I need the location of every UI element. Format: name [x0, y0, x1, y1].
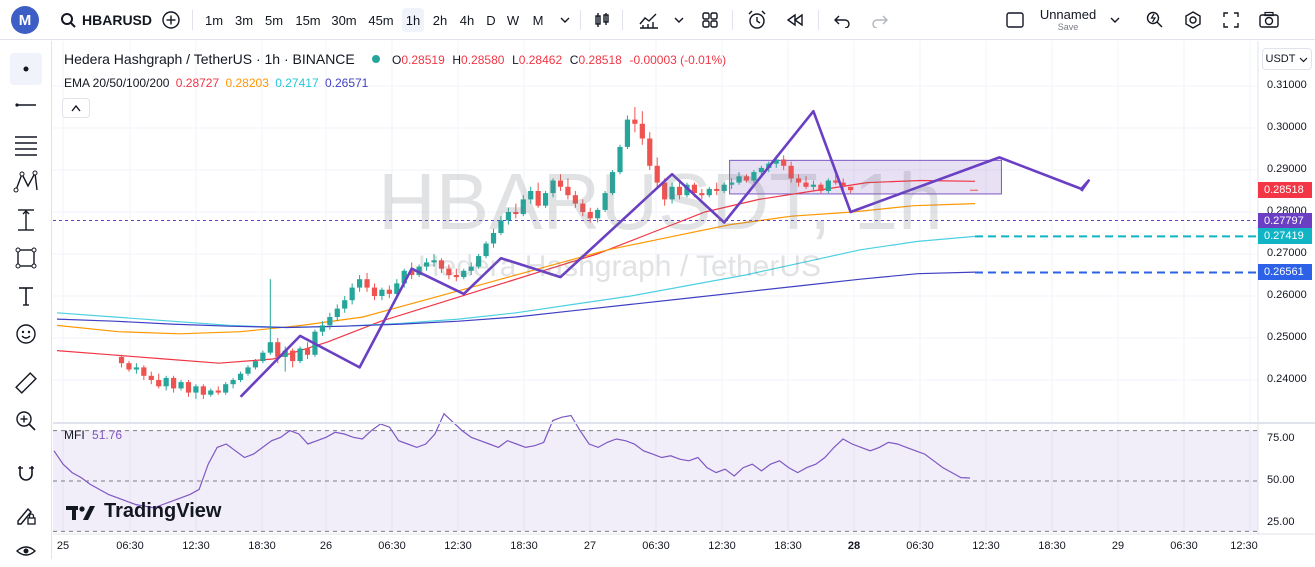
candle — [237, 371, 244, 383]
candle — [379, 287, 385, 301]
tradingview-brand[interactable]: TradingView — [66, 500, 221, 523]
ema20-value: 0.28727 — [175, 76, 220, 90]
price-tick: 0.25000 — [1267, 331, 1307, 343]
candle — [208, 388, 214, 397]
candle — [148, 371, 154, 385]
time-tick: 12:30 — [444, 540, 472, 552]
candle — [200, 384, 206, 399]
candle — [342, 296, 348, 313]
brand-name: TradingView — [104, 500, 222, 522]
price-tick: 0.29000 — [1267, 163, 1307, 175]
price-tick: 0.26000 — [1267, 289, 1307, 301]
ohlc-low-label: L — [512, 53, 519, 67]
ohlc-open: 0.28519 — [401, 53, 445, 67]
candle — [334, 304, 340, 322]
time-tick: 18:30 — [1038, 540, 1066, 552]
candle — [357, 275, 363, 292]
time-tick: 18:30 — [510, 540, 538, 552]
candle — [185, 380, 192, 397]
candle — [215, 386, 221, 395]
price-tick: 0.30000 — [1267, 121, 1307, 133]
time-tick: 12:30 — [182, 540, 210, 552]
legend-ema[interactable]: EMA 20/50/100/200 0.28727 0.28203 0.2741… — [64, 76, 368, 90]
candle — [267, 279, 273, 355]
ohlc-low: 0.28462 — [518, 53, 563, 67]
candle — [118, 354, 125, 368]
currency-selector[interactable]: USDT — [1262, 48, 1312, 70]
mfi-legend[interactable]: MFI 51.76 — [64, 428, 122, 442]
ohlc-change: -0.00003 (-0.01%) — [629, 53, 727, 67]
ema100-value: 0.27417 — [275, 76, 319, 90]
ema50-value: 0.28203 — [225, 76, 269, 90]
time-tick: 06:30 — [906, 540, 934, 552]
candle — [178, 380, 184, 391]
mfi-tick: 50.00 — [1267, 474, 1295, 486]
candle — [193, 384, 199, 399]
price-label-box: 0.27797 — [1258, 212, 1312, 229]
legend-main: Hedera Hashgraph / TetherUS · 1h · BINAN… — [64, 51, 726, 67]
ohlc-high: 0.28580 — [461, 53, 505, 67]
price-label-box: 0.26561 — [1258, 264, 1312, 281]
candle — [304, 342, 311, 359]
candle — [349, 283, 355, 305]
time-tick: 12:30 — [1230, 540, 1258, 552]
ohlc-close: 0.28518 — [578, 53, 622, 67]
candle — [639, 111, 645, 145]
time-tick: 18:30 — [248, 540, 276, 552]
candle — [163, 375, 169, 391]
currency-label: USDT — [1265, 53, 1296, 65]
candle — [133, 363, 139, 374]
legend-title[interactable]: Hedera Hashgraph / TetherUS · 1h · BINAN… — [64, 51, 355, 67]
candle — [156, 373, 162, 389]
price-tick: 0.31000 — [1267, 79, 1307, 91]
price-label-box: 0.28518 — [1258, 182, 1312, 199]
mfi-tick: 25.00 — [1267, 516, 1295, 528]
price-tick: 0.27000 — [1267, 247, 1307, 259]
mfi-value: 51.76 — [92, 428, 123, 442]
time-tick: 12:30 — [972, 540, 1000, 552]
ohlc-open-label: O — [392, 53, 402, 67]
chevron-up-icon — [71, 104, 81, 112]
time-tick: 28 — [847, 540, 861, 552]
price-tick: 0.24000 — [1267, 373, 1307, 385]
time-tick: 06:30 — [116, 540, 144, 552]
candle — [126, 361, 132, 372]
market-status-dot — [372, 55, 381, 63]
time-tick: 27 — [583, 540, 597, 552]
candle — [171, 375, 177, 393]
candle — [371, 283, 378, 301]
watermark-symbol: HBARUSDT, 1h — [378, 157, 943, 246]
candle — [245, 365, 251, 376]
ema200-value: 0.26571 — [324, 76, 369, 90]
time-tick: 06:30 — [1170, 540, 1198, 552]
candle — [624, 115, 631, 149]
chevron-down-icon — [1300, 57, 1308, 62]
candle — [364, 272, 370, 292]
candle — [141, 365, 147, 380]
time-tick: 06:30 — [378, 540, 406, 552]
mfi-tick: 75.00 — [1267, 432, 1295, 444]
time-tick: 12:30 — [708, 540, 736, 552]
tradingview-logo-icon — [66, 505, 95, 520]
watermark-name: Hedera Hashgraph / TetherUS — [418, 250, 822, 283]
time-tick: 06:30 — [642, 540, 670, 552]
price-label-box: 0.27419 — [1258, 228, 1312, 245]
mfi-label: MFI — [64, 428, 85, 442]
candle — [230, 377, 236, 389]
candle — [297, 346, 303, 364]
candle — [290, 348, 296, 368]
legend-collapse-button[interactable] — [62, 98, 90, 118]
ohlc-high-label: H — [452, 53, 462, 67]
time-tick: 29 — [1111, 540, 1125, 552]
time-tick: 26 — [319, 540, 333, 552]
ema-label: EMA 20/50/100/200 — [64, 76, 170, 90]
candle — [260, 350, 266, 364]
time-tick: 25 — [56, 540, 70, 552]
candle — [223, 382, 229, 395]
time-tick: 18:30 — [774, 540, 802, 552]
